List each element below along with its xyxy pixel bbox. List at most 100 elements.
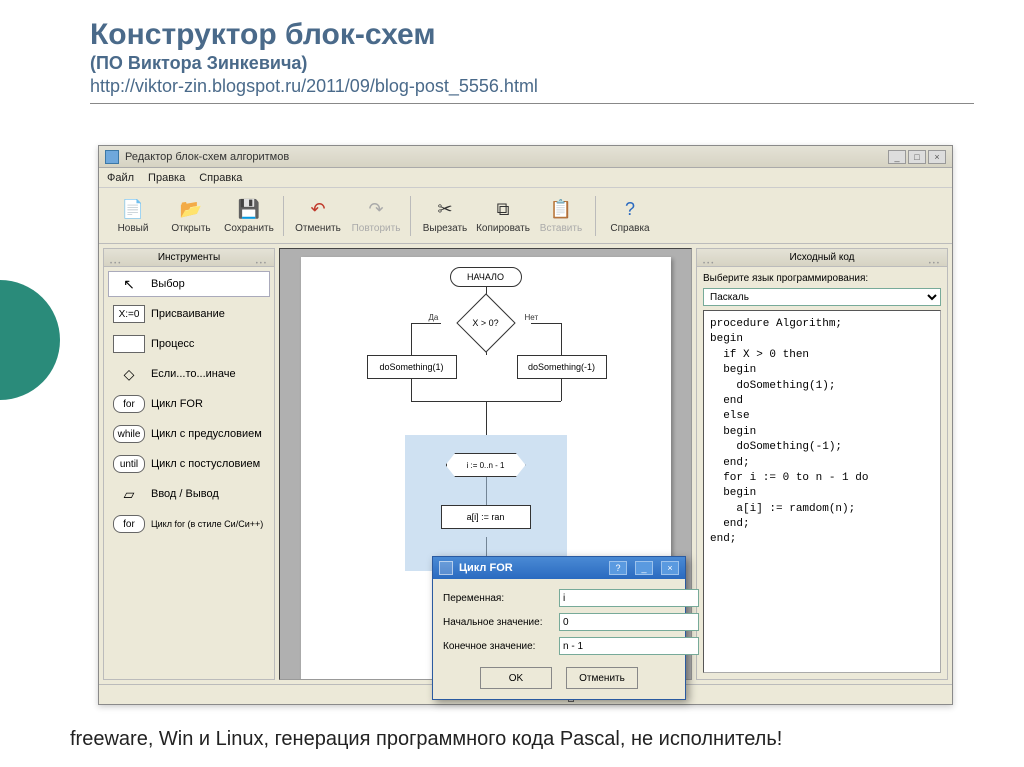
menubar: Файл Правка Справка [99,168,952,188]
process-icon [113,335,145,353]
start-input[interactable] [559,613,699,631]
toolbar-separator [595,196,596,236]
dialog-titlebar[interactable]: Цикл FOR ? _ × [433,557,685,579]
tool-label: Выбор [151,278,185,290]
tools-list: ↖ Выбор X:=0 Присваивание Процесс ◇ Если...… [104,267,274,541]
dialog-title: Цикл FOR [459,562,601,574]
for-icon: for [113,395,145,413]
new-button[interactable]: 📄Новый [105,191,161,241]
cancel-button[interactable]: Отменить [566,667,638,689]
new-file-icon: 📄 [121,197,145,221]
while-icon: while [113,425,145,443]
toolbar-separator [410,196,411,236]
menu-edit[interactable]: Правка [148,172,185,184]
until-icon: until [113,455,145,473]
for-loop-dialog: Цикл FOR ? _ × Переменная: Начальное зна… [432,556,686,700]
redo-button[interactable]: ↷Повторить [348,191,404,241]
paste-button[interactable]: 📋Вставить [533,191,589,241]
fc-process-2[interactable]: doSomething(-1) [517,355,607,379]
dialog-minimize-button[interactable]: _ [635,561,653,575]
save-disk-icon: 💾 [237,197,261,221]
code-panel-header: Исходный код [697,249,947,267]
window-title: Редактор блок-схем алгоритмов [125,151,882,163]
for-c-icon: for [113,515,145,533]
connector [411,323,412,355]
connector [561,323,562,355]
slide-subtitle: (ПО Виктора Зинкевича) [90,53,974,74]
connector [561,379,562,401]
save-button[interactable]: 💾Сохранить [221,191,277,241]
menu-help[interactable]: Справка [199,172,242,184]
tool-while[interactable]: while Цикл с предусловием [108,421,270,447]
menu-file[interactable]: Файл [107,172,134,184]
end-input[interactable] [559,637,699,655]
titlebar: Редактор блок-схем алгоритмов _ □ × [99,146,952,168]
assign-icon: X:=0 [113,305,145,323]
footer-note: freeware, Win и Linux, генерация програм… [70,728,782,751]
open-button[interactable]: 📂Открыть [163,191,219,241]
tool-label: Цикл с постусловием [151,458,260,470]
divider [90,103,974,104]
no-label: Нет [525,313,539,322]
toolbar-separator [283,196,284,236]
fc-start[interactable]: НАЧАЛО [450,267,522,287]
help-icon: ? [618,197,642,221]
tool-label: Если...то...иначе [151,368,236,380]
tool-assign[interactable]: X:=0 Присваивание [108,301,270,327]
undo-icon: ↶ [306,197,330,221]
source-code: procedure Algorithm; begin if X > 0 then… [703,310,941,673]
dialog-icon [439,561,453,575]
close-button[interactable]: × [928,150,946,164]
cut-button[interactable]: ✂Вырезать [417,191,473,241]
connector [411,323,441,324]
tool-process[interactable]: Процесс [108,331,270,357]
connector [411,379,412,401]
tool-until[interactable]: until Цикл с постусловием [108,451,270,477]
maximize-button[interactable]: □ [908,150,926,164]
slide-link: http://viktor-zin.blogspot.ru/2011/09/bl… [90,76,974,97]
tool-io[interactable]: ▱Ввод / Вывод [108,481,270,507]
tools-panel: Инструменты ↖ Выбор X:=0 Присваивание Проц… [103,248,275,680]
app-icon [105,150,119,164]
undo-button[interactable]: ↶Отменить [290,191,346,241]
tool-label: Цикл с предусловием [151,428,262,440]
scissors-icon: ✂ [433,197,457,221]
decorative-circle [0,280,60,400]
dialog-help-button[interactable]: ? [609,561,627,575]
paste-icon: 📋 [549,197,573,221]
tool-for[interactable]: forЦикл FOR [108,391,270,417]
fc-loop-body[interactable]: a[i] := ran [441,505,531,529]
copy-button[interactable]: ⧉Копировать [475,191,531,241]
redo-icon: ↷ [364,197,388,221]
open-folder-icon: 📂 [179,197,203,221]
tool-if[interactable]: ◇ Если...то...иначе [108,361,270,387]
fc-loop-header[interactable]: i := 0..n - 1 [446,453,526,477]
tool-label: Процесс [151,338,194,350]
minimize-button[interactable]: _ [888,150,906,164]
tools-panel-header: Инструменты [104,249,274,267]
start-label: Начальное значение: [443,617,553,628]
help-button[interactable]: ?Справка [602,191,658,241]
cursor-icon: ↖ [113,275,145,293]
yes-label: Да [429,313,439,322]
parallelogram-icon: ▱ [113,485,145,503]
var-label: Переменная: [443,593,553,604]
tool-for-c[interactable]: for Цикл for (в стиле Cи/Cи++) [108,511,270,537]
copy-icon: ⧉ [491,197,515,221]
code-panel: Исходный код Выберите язык программирова… [696,248,948,680]
fc-decision[interactable]: X > 0? [456,305,516,341]
slide-title: Конструктор блок-схем [90,18,974,51]
lang-label: Выберите язык программирования: [703,273,941,284]
ok-button[interactable]: OK [480,667,552,689]
fc-process-1[interactable]: doSomething(1) [367,355,457,379]
tool-label: Цикл for (в стиле Cи/Cи++) [151,519,263,529]
language-select[interactable]: Паскаль [703,288,941,306]
diamond-icon: ◇ [113,365,145,383]
tool-label: Присваивание [151,308,225,320]
connector [486,401,487,435]
tool-select[interactable]: ↖ Выбор [108,271,270,297]
dialog-close-button[interactable]: × [661,561,679,575]
toolbar: 📄Новый 📂Открыть 💾Сохранить ↶Отменить ↷По… [99,188,952,244]
var-input[interactable] [559,589,699,607]
end-label: Конечное значение: [443,641,553,652]
